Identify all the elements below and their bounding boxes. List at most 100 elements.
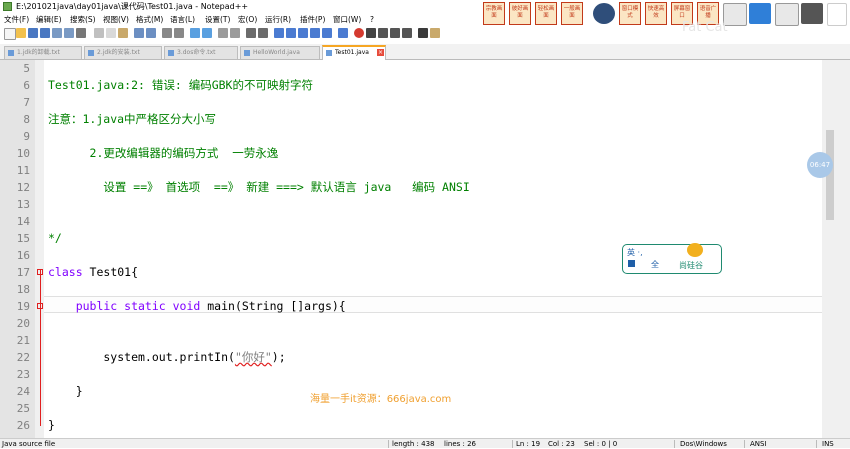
cut-icon[interactable] (94, 28, 104, 38)
open-file-icon[interactable] (16, 28, 26, 38)
menu-search[interactable]: 搜索(S) (70, 13, 96, 26)
menu-plugins[interactable]: 插件(P) (300, 13, 325, 26)
brush-icon[interactable] (775, 3, 799, 26)
code-line: 22 system.out.printIn("你好"); (16, 350, 286, 364)
menu-window[interactable]: 窗口(W) (333, 13, 361, 26)
ime-status-panel[interactable]: 英 ·, 全 尚硅谷 (622, 243, 722, 274)
save-macro-icon[interactable] (402, 28, 412, 38)
recorder-button-3[interactable]: 轻松画面 (535, 2, 557, 25)
fold-toggle-icon[interactable] (37, 269, 43, 275)
menu-format[interactable]: 格式(M) (136, 13, 163, 26)
tab-bar: 1.jdk的卸载.txt 2.jdk的安装.txt 3.dos命令.txt He… (0, 44, 850, 60)
vertical-scrollbar[interactable] (822, 60, 850, 438)
zoom-out-icon[interactable] (202, 28, 212, 38)
function-list-icon[interactable] (310, 28, 320, 38)
replace-icon[interactable] (174, 28, 184, 38)
ime-mode-label[interactable]: 英 ·, (627, 247, 643, 258)
undo-icon[interactable] (134, 28, 144, 38)
print-icon[interactable] (76, 28, 86, 38)
brand-logo-icon (687, 243, 703, 257)
tab-dos-commands[interactable]: 3.dos命令.txt (164, 46, 238, 59)
sync-scroll-v-icon[interactable] (218, 28, 228, 38)
indent-guide-icon[interactable] (274, 28, 284, 38)
save-all-icon[interactable] (40, 28, 50, 38)
recorder-button-5[interactable]: 窗口模式 (619, 2, 641, 25)
find-icon[interactable] (162, 28, 172, 38)
status-bar: Java source file length : 438 lines : 26… (0, 438, 850, 448)
doc-map-icon[interactable] (298, 28, 308, 38)
new-file-icon[interactable] (4, 28, 16, 40)
code-editor[interactable]: 5 6 Test01.java:2: 错误: 编码GBK的不可映射字符 7 8 … (0, 60, 850, 438)
plugin-icon[interactable] (430, 28, 440, 38)
ds-plugin-icon[interactable] (418, 28, 428, 38)
file-icon (168, 50, 174, 56)
file-icon (244, 50, 250, 56)
notepadpp-icon (3, 2, 12, 11)
tab-jdk-uninstall[interactable]: 1.jdk的卸载.txt (4, 46, 82, 59)
menu-settings[interactable]: 设置(T) (205, 13, 230, 26)
keyboard-icon[interactable] (628, 260, 635, 267)
file-icon (326, 50, 332, 56)
play-macro-icon[interactable] (378, 28, 388, 38)
ime-fullwidth-label[interactable]: 全 (651, 259, 659, 270)
recorder-button-2[interactable]: 彼好画面 (509, 2, 531, 25)
run-macro-multiple-icon[interactable] (390, 28, 400, 38)
background-watermark: Fat Cat (682, 20, 728, 35)
save-icon[interactable] (28, 28, 38, 38)
close-file-icon[interactable] (52, 28, 62, 38)
fold-toggle-icon[interactable] (37, 303, 43, 309)
code-line: 8 注意：1.java中严格区分大小写 (23, 112, 217, 126)
file-icon (8, 50, 14, 56)
paste-icon[interactable] (118, 28, 128, 38)
code-line: 23 (16, 368, 30, 381)
code-line: 9 (23, 130, 30, 143)
stop-icon[interactable] (801, 3, 823, 24)
recorder-button-1[interactable]: 宗教画面 (483, 2, 505, 25)
menu-run[interactable]: 运行(R) (265, 13, 291, 26)
code-line: 5 (23, 62, 30, 75)
code-line: 21 (16, 334, 30, 347)
menu-file[interactable]: 文件(F) (4, 13, 29, 26)
stop-macro-icon[interactable] (366, 28, 376, 38)
code-line: 12 设置 ==》 首选项 ==》 新建 ===> 默认语言 java 编码 A… (16, 180, 470, 194)
tab-test01[interactable]: Test01.java × (322, 45, 386, 60)
window-title: E:\201021java\day01java\课代码\Test01.java … (16, 2, 249, 11)
screen-recorder-toolbar: 宗教画面 彼好画面 轻松画面 一般画面 窗口模式 快速高效 屏幕窗口 语音广播 (483, 2, 850, 26)
copy-icon[interactable] (106, 28, 116, 38)
close-tab-icon[interactable]: × (377, 49, 384, 56)
tab-helloworld[interactable]: HelloWorld.java (240, 46, 320, 59)
menu-edit[interactable]: 编辑(E) (36, 13, 62, 26)
file-icon (88, 50, 94, 56)
recorder-button-6[interactable]: 快速高效 (645, 2, 667, 25)
ime-brand-label: 尚硅谷 (679, 261, 703, 270)
record-macro-icon[interactable] (354, 28, 364, 38)
menu-macro[interactable]: 宏(O) (238, 13, 257, 26)
menu-help[interactable]: ? (370, 13, 374, 26)
camera-icon[interactable] (593, 3, 615, 24)
code-line: 26 } (16, 418, 55, 432)
folder-workspace-icon[interactable] (322, 28, 332, 38)
user-lang-icon[interactable] (286, 28, 296, 38)
monitor-icon[interactable] (338, 28, 348, 38)
sync-scroll-h-icon[interactable] (230, 28, 240, 38)
menu-view[interactable]: 视图(V) (103, 13, 129, 26)
timer-badge: 06:47 (807, 152, 833, 178)
code-line: 11 (16, 164, 30, 177)
code-line: 6 Test01.java:2: 错误: 编码GBK的不可映射字符 (23, 78, 313, 92)
code-line: 18 (16, 283, 30, 296)
code-line: 10 2.更改编辑器的编码方式 一劳永逸 (16, 146, 279, 160)
watermark-text: 海量一手it资源：666java.com (310, 394, 452, 405)
zoom-in-icon[interactable] (190, 28, 200, 38)
close-all-icon[interactable] (64, 28, 74, 38)
redo-icon[interactable] (146, 28, 156, 38)
show-all-chars-icon[interactable] (258, 28, 268, 38)
close-icon[interactable] (827, 3, 847, 26)
tab-jdk-install[interactable]: 2.jdk的安装.txt (84, 46, 162, 59)
screen-icon[interactable] (749, 3, 771, 24)
menu-language[interactable]: 语言(L) (170, 13, 195, 26)
code-line: 13 (16, 198, 30, 211)
code-line: 7 (23, 96, 30, 109)
word-wrap-icon[interactable] (246, 28, 256, 38)
menu-bar: 文件(F) 编辑(E) 搜索(S) 视图(V) 格式(M) 语言(L) 设置(T… (0, 13, 480, 26)
recorder-button-4[interactable]: 一般画面 (561, 2, 583, 25)
